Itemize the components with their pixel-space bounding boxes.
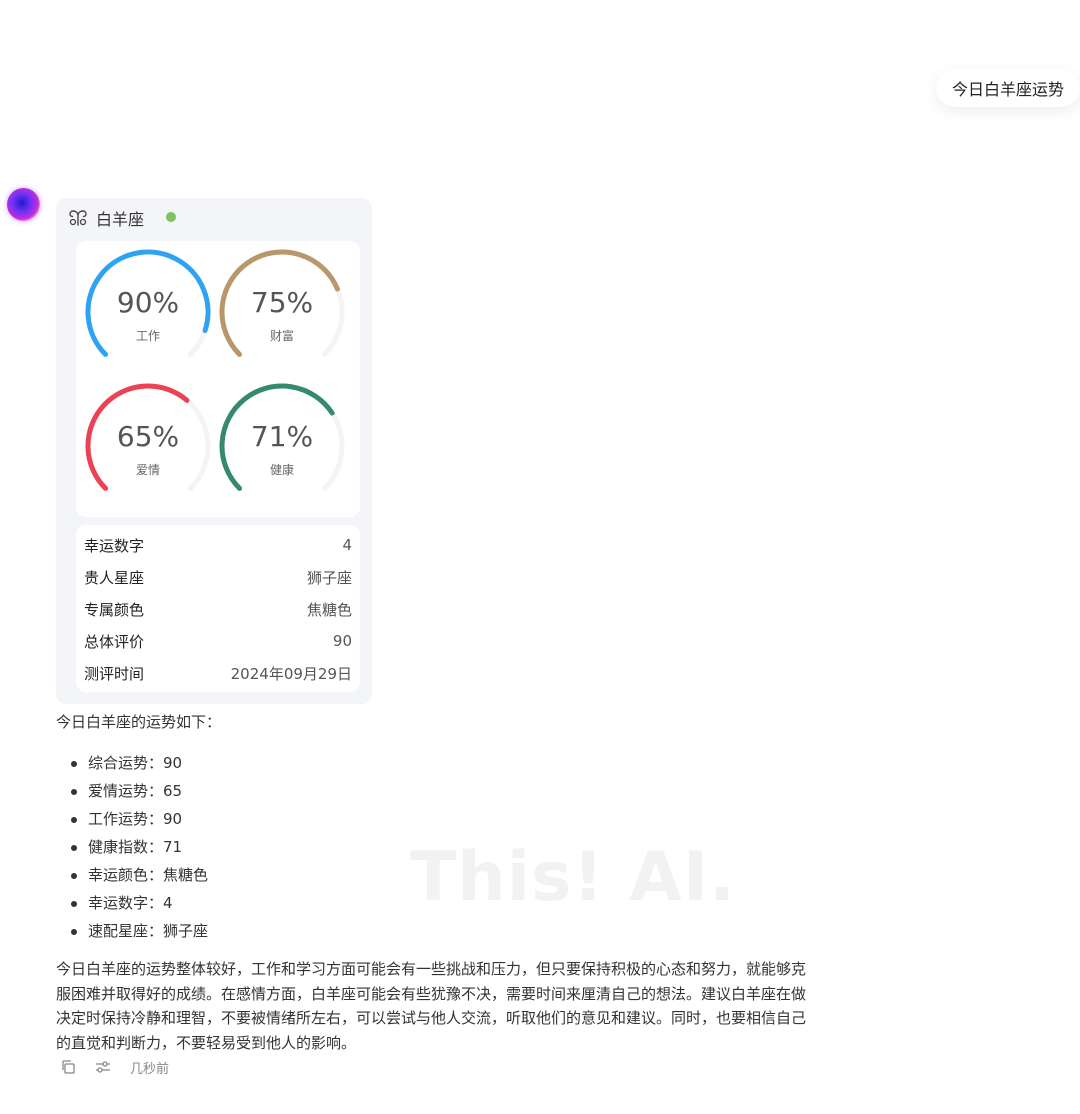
info-value: 2024年09月29日 [230, 664, 352, 683]
info-row-color: 专属颜色 焦糖色 [84, 593, 352, 625]
info-key: 专属颜色 [84, 600, 145, 619]
list-item: 幸运数字：4 [56, 889, 208, 917]
aries-icon [68, 209, 88, 227]
info-value: 焦糖色 [306, 600, 352, 619]
gauge-wealth: 75% 财富 [217, 247, 347, 377]
gauges-panel: 90% 工作 75% 财富 65% 爱情 71% 健康 [76, 241, 360, 517]
reply-intro: 今日白羊座的运势如下： [56, 713, 222, 731]
user-message-text: 今日白羊座运势 [951, 80, 1064, 99]
user-message-bubble: 今日白羊座运势 [935, 69, 1080, 107]
card-header: 白羊座 [68, 206, 144, 230]
horoscope-card: 白羊座 90% 工作 75% 财富 65% 爱情 71% 健康 幸运数字 4 贵… [56, 198, 372, 704]
gauge-value: 71% [250, 420, 314, 453]
info-key: 幸运数字 [84, 536, 145, 555]
list-item: 综合运势：90 [56, 749, 208, 777]
gauge-value: 90% [116, 286, 180, 319]
gauge-label: 爱情 [135, 463, 160, 477]
info-value: 狮子座 [306, 568, 352, 587]
info-row-noble-sign: 贵人星座 狮子座 [84, 561, 352, 593]
info-key: 贵人星座 [84, 568, 145, 587]
info-value: 90 [332, 632, 352, 650]
message-footer: 几秒前 [60, 1058, 170, 1077]
gauge-value: 75% [250, 286, 314, 319]
timestamp: 几秒前 [130, 1061, 170, 1077]
sign-title: 白羊座 [96, 210, 145, 229]
list-item: 幸运颜色：焦糖色 [56, 861, 208, 889]
info-row-lucky-number: 幸运数字 4 [84, 529, 352, 561]
settings-sliders-icon[interactable] [94, 1059, 112, 1075]
list-item: 速配星座：狮子座 [56, 917, 208, 945]
copy-icon[interactable] [60, 1059, 76, 1075]
info-row-overall: 总体评价 90 [84, 625, 352, 657]
assistant-reply: 今日白羊座的运势如下： 综合运势：90 爱情运势：65 工作运势：90 健康指数… [56, 709, 816, 1052]
info-key: 总体评价 [84, 632, 145, 651]
gauge-label: 财富 [269, 329, 294, 343]
list-item: 健康指数：71 [56, 833, 208, 861]
gauge-value: 65% [116, 420, 180, 453]
reply-paragraph: 今日白羊座的运势整体较好，工作和学习方面可能会有一些挑战和压力，但只要保持积极的… [56, 960, 807, 1052]
info-row-date: 测评时间 2024年09月29日 [84, 657, 352, 689]
gauge-label: 工作 [135, 329, 160, 343]
status-dot [166, 212, 176, 222]
info-key: 测评时间 [84, 664, 145, 683]
gauge-love: 65% 爱情 [83, 381, 213, 511]
assistant-avatar [7, 188, 40, 221]
gauge-work: 90% 工作 [83, 247, 213, 377]
list-item: 爱情运势：65 [56, 777, 208, 805]
gauge-health: 71% 健康 [217, 381, 347, 511]
info-table: 幸运数字 4 贵人星座 狮子座 专属颜色 焦糖色 总体评价 90 测评时间 20… [76, 525, 360, 692]
info-value: 4 [342, 536, 352, 554]
watermark: This! AI. [410, 838, 737, 917]
gauge-label: 健康 [269, 463, 294, 477]
reply-bullet-list: 综合运势：90 爱情运势：65 工作运势：90 健康指数：71 幸运颜色：焦糖色… [56, 749, 208, 945]
list-item: 工作运势：90 [56, 805, 208, 833]
